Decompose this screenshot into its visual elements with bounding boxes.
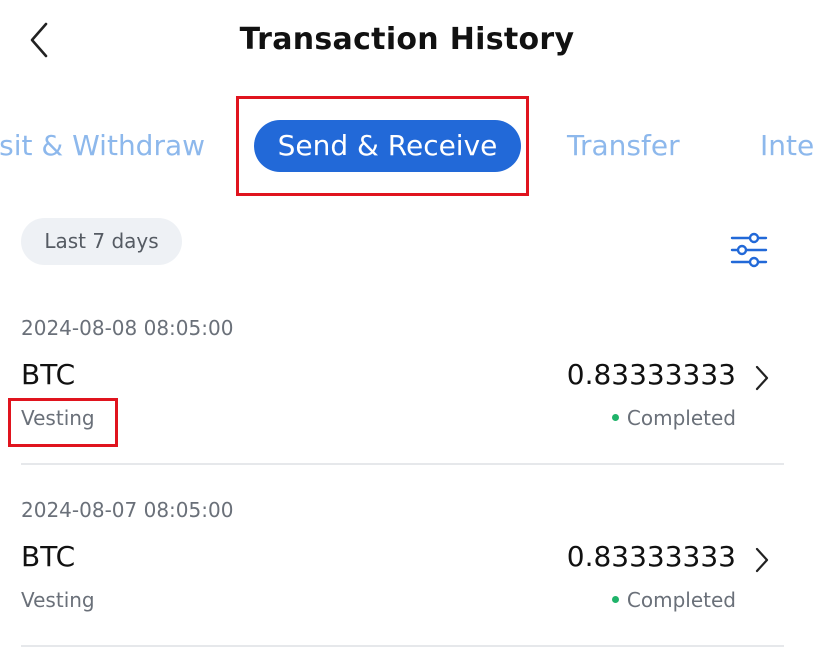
transaction-date: 2024-08-08 08:05:00 <box>21 316 234 340</box>
row-divider <box>21 645 784 647</box>
transaction-type: Vesting <box>21 406 95 430</box>
tab-bar: osit & Withdraw Send & Receive Transfer … <box>0 112 814 182</box>
tab-interest[interactable]: Inte <box>760 120 814 172</box>
transaction-amount: 0.83333333 <box>566 540 736 573</box>
transaction-status: Completed <box>611 588 736 612</box>
status-dot-icon <box>611 596 619 603</box>
transaction-row[interactable]: 2024-08-08 08:05:00 BTC Vesting 0.833333… <box>0 300 814 482</box>
chevron-right-icon <box>755 547 769 573</box>
tab-send-receive[interactable]: Send & Receive <box>254 120 521 172</box>
tab-transfer[interactable]: Transfer <box>567 120 680 172</box>
status-dot-icon <box>611 414 619 421</box>
date-range-chip[interactable]: Last 7 days <box>21 218 182 265</box>
transaction-asset: BTC <box>21 540 76 573</box>
transaction-row[interactable]: 2024-08-07 08:05:00 BTC Vesting 0.833333… <box>0 482 814 650</box>
transaction-type: Vesting <box>21 588 95 612</box>
page-title: Transaction History <box>239 22 575 57</box>
transaction-date: 2024-08-07 08:05:00 <box>21 498 234 522</box>
transaction-status: Completed <box>611 406 736 430</box>
transaction-amount: 0.83333333 <box>566 358 736 391</box>
chevron-right-icon <box>755 365 769 391</box>
sliders-icon <box>730 232 768 268</box>
transaction-history-screen: Transaction History osit & Withdraw Send… <box>0 0 814 650</box>
status-label: Completed <box>626 406 736 430</box>
transaction-asset: BTC <box>21 358 76 391</box>
status-label: Completed <box>626 588 736 612</box>
filter-button[interactable] <box>728 230 770 270</box>
tab-deposit-withdraw[interactable]: osit & Withdraw <box>0 120 205 172</box>
row-divider <box>21 463 784 465</box>
